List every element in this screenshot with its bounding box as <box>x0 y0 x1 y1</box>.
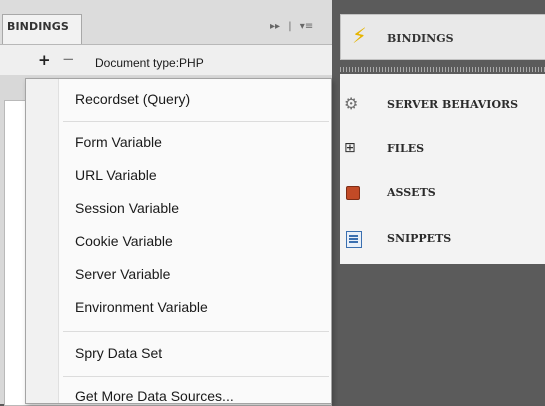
panel-divider <box>340 67 545 72</box>
bolt-icon: ⚡ <box>352 24 367 48</box>
menu-item-session-variable[interactable]: Session Variable <box>75 200 179 216</box>
menu-item-server-variable[interactable]: Server Variable <box>75 266 170 282</box>
panel-item-files[interactable]: FILES <box>387 142 424 155</box>
remove-binding-button[interactable]: − <box>62 50 75 68</box>
menu-gutter <box>26 79 59 403</box>
menu-item-recordset[interactable]: Recordset (Query) <box>75 91 190 107</box>
assets-icon <box>346 186 360 200</box>
add-binding-button[interactable]: + <box>38 51 51 69</box>
panel-item-server-behaviors[interactable]: SERVER BEHAVIORS <box>387 98 518 111</box>
menu-item-cookie-variable[interactable]: Cookie Variable <box>75 233 173 249</box>
bindings-panel-title: BINDINGS <box>387 32 454 45</box>
tab-bindings-label: BINDINGS <box>7 20 69 33</box>
collapse-icon[interactable]: ▸▸ <box>270 21 280 32</box>
server-behaviors-icon: ⚙ <box>344 94 359 113</box>
menu-item-environment-variable[interactable]: Environment Variable <box>75 299 208 315</box>
snippets-icon <box>346 231 362 248</box>
files-icon: ⊞ <box>344 140 356 156</box>
menu-separator <box>63 331 329 332</box>
menu-separator <box>63 121 329 122</box>
document-type-label: Document type:PHP <box>95 56 204 70</box>
menu-item-spry-data-set[interactable]: Spry Data Set <box>75 345 162 361</box>
panel-item-assets[interactable]: ASSETS <box>387 186 436 199</box>
menu-item-get-more-data-sources[interactable]: Get More Data Sources... <box>75 388 234 404</box>
panel-menu-icon[interactable]: ▾≡ <box>300 21 313 32</box>
divider: | <box>288 21 292 32</box>
menu-item-url-variable[interactable]: URL Variable <box>75 167 157 183</box>
bindings-add-menu: Recordset (Query) Form Variable URL Vari… <box>25 78 332 404</box>
panel-item-snippets[interactable]: SNIPPETS <box>387 232 451 245</box>
menu-separator <box>63 376 329 377</box>
panel-controls[interactable]: ▸▸ | ▾≡ <box>270 21 318 32</box>
menu-item-form-variable[interactable]: Form Variable <box>75 134 162 150</box>
